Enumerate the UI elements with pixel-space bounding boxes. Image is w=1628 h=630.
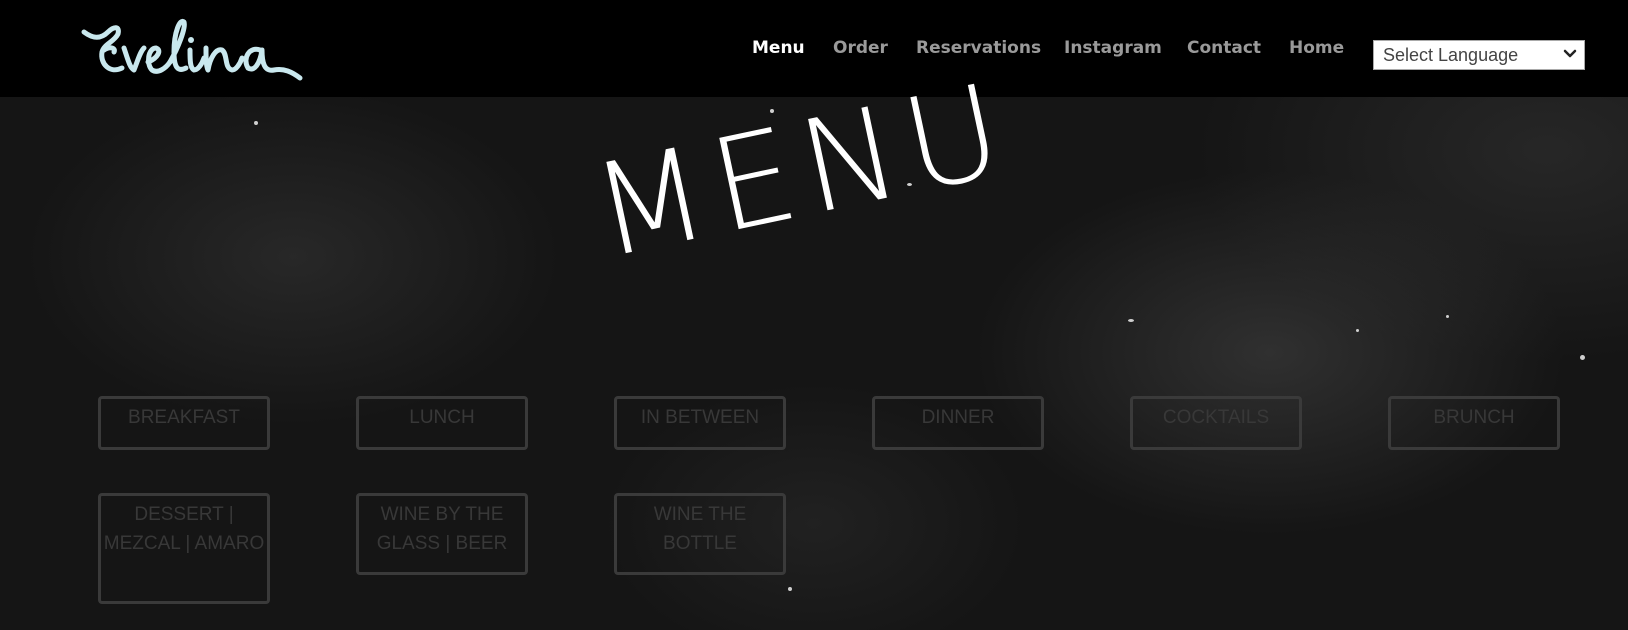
category-lunch-button[interactable]: LUNCH: [356, 396, 528, 450]
nav-contact-link[interactable]: Contact: [1187, 38, 1261, 58]
texture-speck: [788, 587, 792, 591]
chevron-down-icon: [1563, 49, 1577, 58]
logo-script: [81, 18, 303, 81]
category-wine-bottle-button[interactable]: WINE THE BOTTLE: [614, 493, 786, 575]
nav-reservations-link[interactable]: Reservations: [916, 38, 1041, 58]
texture-speck: [1446, 315, 1449, 318]
category-breakfast-button[interactable]: BREAKFAST: [98, 396, 270, 450]
menu-title: MENU: [581, 55, 1030, 330]
nav-home-link[interactable]: Home: [1289, 38, 1344, 58]
language-select[interactable]: Select Language: [1373, 40, 1585, 70]
evelina-logo[interactable]: [78, 12, 318, 82]
category-wine-glass-button[interactable]: WINE BY THE GLASS | BEER: [356, 493, 528, 575]
language-select-value: Select Language: [1383, 44, 1519, 65]
texture-speck: [1580, 355, 1585, 360]
category-dinner-button[interactable]: DINNER: [872, 396, 1044, 450]
category-dessert-button[interactable]: DESSERT | MEZCAL | AMARO: [98, 493, 270, 604]
texture-speck: [1356, 329, 1359, 332]
category-in-between-button[interactable]: IN BETWEEN: [614, 396, 786, 450]
texture-speck: [1128, 319, 1134, 322]
site-header: Menu Order Reservations Instagram Contac…: [0, 0, 1628, 97]
category-cocktails-button[interactable]: COCKTAILS: [1130, 396, 1302, 450]
texture-speck: [254, 121, 258, 125]
nav-order-link[interactable]: Order: [833, 38, 888, 58]
nav-instagram-link[interactable]: Instagram: [1064, 38, 1162, 58]
nav-menu-link[interactable]: Menu: [752, 38, 805, 58]
category-brunch-button[interactable]: BRUNCH: [1388, 396, 1560, 450]
